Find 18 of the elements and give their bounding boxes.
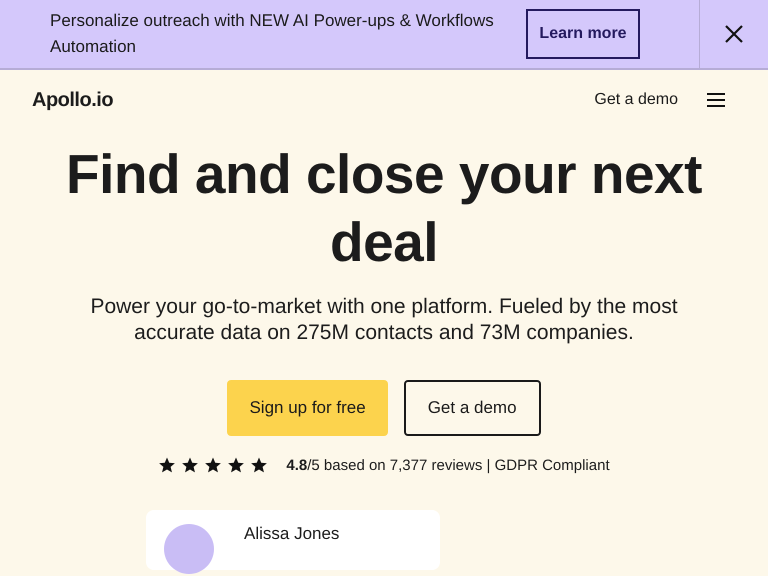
get-demo-link[interactable]: Get a demo	[594, 91, 678, 109]
testimonial-name: Alissa Jones	[244, 524, 340, 545]
star-icon	[227, 456, 246, 474]
star-icon	[204, 456, 222, 474]
sign-up-button[interactable]: Sign up for free	[227, 380, 388, 436]
close-icon[interactable]	[724, 24, 744, 44]
learn-more-button[interactable]: Learn more	[526, 9, 640, 59]
logo[interactable]: Apollo.io	[32, 88, 594, 112]
demo-button[interactable]: Get a demo	[404, 380, 541, 436]
star-icon	[181, 456, 200, 474]
menu-button[interactable]	[706, 92, 726, 108]
hero-title: Find and close your next deal	[65, 142, 703, 275]
hero-subtitle: Power your go-to-market with one platform. Fueled by the most accurate data on 275M contacts and 73M companies.	[89, 294, 679, 346]
star-icon	[250, 456, 268, 474]
rating-text: 4.8/5 based on 7,377 reviews | GDPR Compliant	[286, 456, 610, 474]
banner-message: Personalize outreach with NEW AI Power-ups & Workflows Automation	[49, 10, 495, 58]
star-icon	[158, 456, 176, 474]
avatar	[164, 524, 214, 574]
